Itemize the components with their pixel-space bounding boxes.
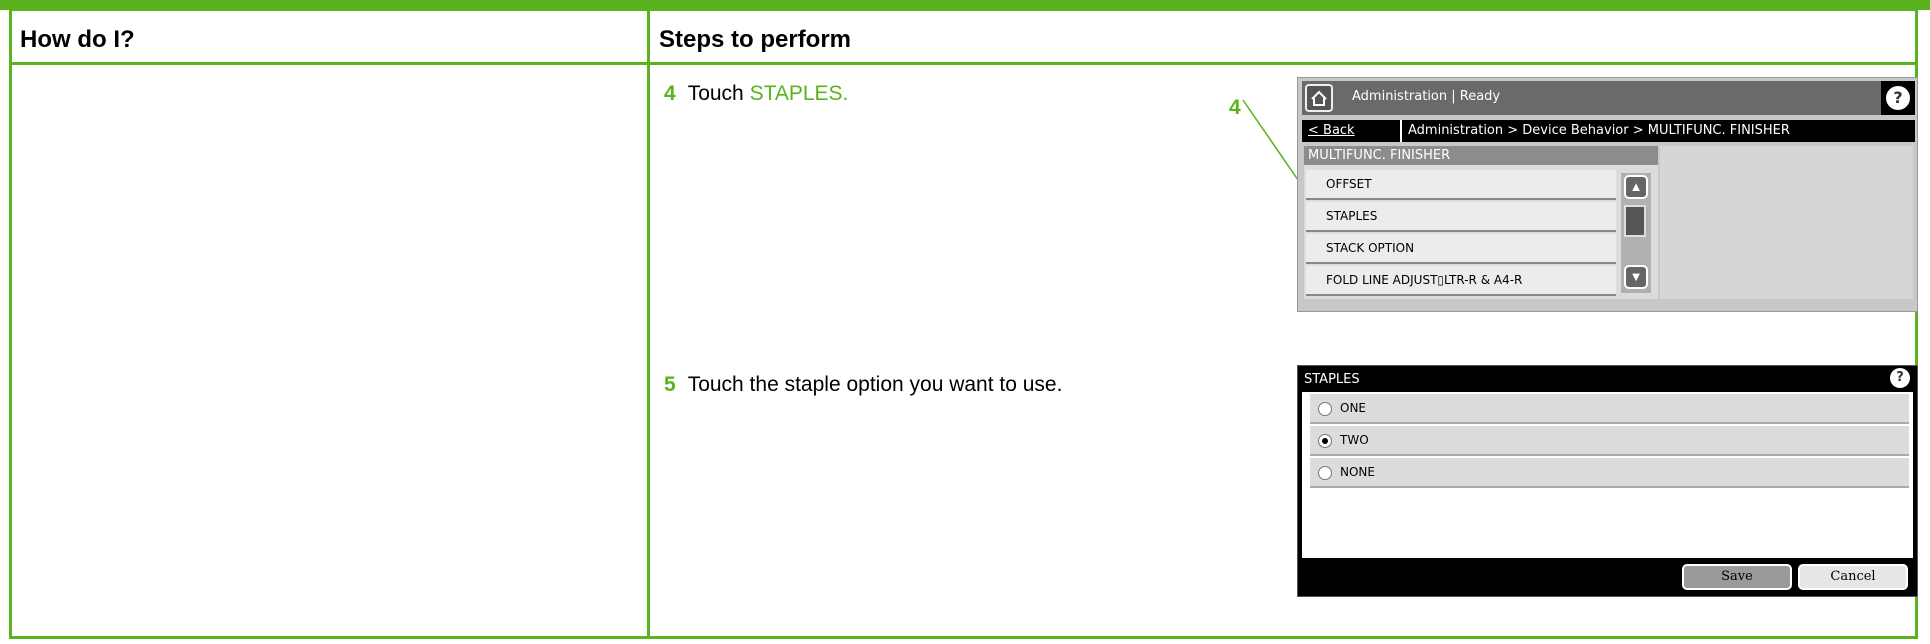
menu-item-staples[interactable]: STAPLES: [1306, 202, 1616, 232]
title-text: Administration | Ready: [1352, 89, 1501, 104]
options-list: ONE TWO NONE: [1302, 392, 1913, 558]
menu-item-stack-option[interactable]: STACK OPTION: [1306, 234, 1616, 264]
menu-item-offset[interactable]: OFFSET: [1306, 170, 1616, 200]
breadcrumb-divider: [1400, 120, 1402, 142]
list-header: MULTIFUNC. FINISHER: [1304, 146, 1658, 165]
help-icon[interactable]: ?: [1890, 368, 1910, 388]
title-bar: Administration | Ready ?: [1302, 81, 1915, 115]
step-text: Touch the staple option you want to use.: [687, 373, 1063, 396]
help-icon: ?: [1886, 86, 1910, 110]
breadcrumb-bar: < Back Administration > Device Behavior …: [1302, 120, 1915, 142]
staples-dialog-screenshot: STAPLES ? ONE TWO NONE Save Cancel: [1297, 365, 1918, 597]
option-none[interactable]: NONE: [1310, 458, 1909, 488]
step-number: 4: [664, 82, 676, 105]
option-label: TWO: [1340, 433, 1369, 447]
column-header-how-do-i: How do I?: [20, 26, 135, 53]
step-text: Touch: [687, 82, 750, 105]
back-link[interactable]: < Back: [1308, 123, 1355, 138]
step-number: 5: [664, 373, 676, 396]
breadcrumb: Administration > Device Behavior > MULTI…: [1408, 123, 1790, 138]
option-label: ONE: [1340, 401, 1367, 415]
callout-number: 4: [1229, 96, 1241, 119]
radio-button[interactable]: [1318, 466, 1332, 480]
scroll-up-icon[interactable]: ▲: [1624, 175, 1648, 199]
column-divider: [647, 10, 650, 639]
step-4: 4 Touch STAPLES.: [664, 82, 848, 106]
radio-button[interactable]: [1318, 402, 1332, 416]
help-button[interactable]: ?: [1881, 81, 1915, 115]
empty-detail-area: [1660, 146, 1913, 299]
step-highlight: STAPLES.: [749, 82, 849, 105]
finisher-menu-screenshot: Administration | Ready ? < Back Administ…: [1297, 77, 1918, 312]
cancel-button[interactable]: Cancel: [1798, 564, 1908, 590]
save-button[interactable]: Save: [1682, 564, 1792, 590]
step-5: 5 Touch the staple option you want to use…: [664, 373, 1062, 397]
radio-button-selected[interactable]: [1318, 434, 1332, 448]
column-header-steps: Steps to perform: [659, 26, 852, 53]
scroll-down-icon[interactable]: ▼: [1624, 265, 1648, 289]
option-one[interactable]: ONE: [1310, 394, 1909, 424]
option-label: NONE: [1340, 465, 1375, 479]
menu-item-fold-line-adjust[interactable]: FOLD LINE ADJUST▯LTR-R & A4-R: [1306, 266, 1616, 296]
home-icon[interactable]: [1305, 84, 1333, 112]
dialog-title: STAPLES: [1304, 372, 1360, 387]
header-divider: [9, 62, 1918, 65]
scroll-thumb[interactable]: [1624, 205, 1646, 237]
option-two[interactable]: TWO: [1310, 426, 1909, 456]
scrollbar[interactable]: ▲ ▼: [1621, 173, 1651, 293]
